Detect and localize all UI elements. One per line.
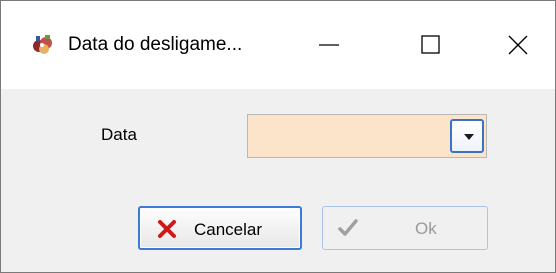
x-icon — [158, 220, 176, 238]
close-icon — [508, 35, 528, 55]
cancel-button-label: Cancelar — [194, 220, 263, 239]
date-combobox[interactable] — [247, 114, 487, 158]
app-logo-icon — [31, 33, 55, 57]
dialog-window: Data do desligame... Data Cancelar Ok — [0, 0, 556, 273]
date-label: Data — [101, 125, 137, 144]
date-dropdown-button[interactable] — [450, 119, 484, 153]
minimize-icon — [319, 44, 339, 46]
chevron-down-icon — [464, 134, 474, 140]
checkmark-icon — [338, 219, 358, 236]
ok-button[interactable]: Ok — [322, 206, 488, 250]
cancel-button[interactable]: Cancelar — [138, 206, 302, 250]
maximize-icon — [421, 35, 440, 54]
window-title: Data do desligame... — [68, 34, 243, 55]
close-button[interactable] — [493, 27, 543, 63]
title-bar[interactable]: Data do desligame... — [1, 1, 555, 89]
maximize-button[interactable] — [405, 27, 455, 63]
ok-button-label: Ok — [415, 219, 437, 238]
dialog-body: Data Cancelar Ok — [1, 89, 555, 272]
minimize-button[interactable] — [304, 27, 354, 63]
